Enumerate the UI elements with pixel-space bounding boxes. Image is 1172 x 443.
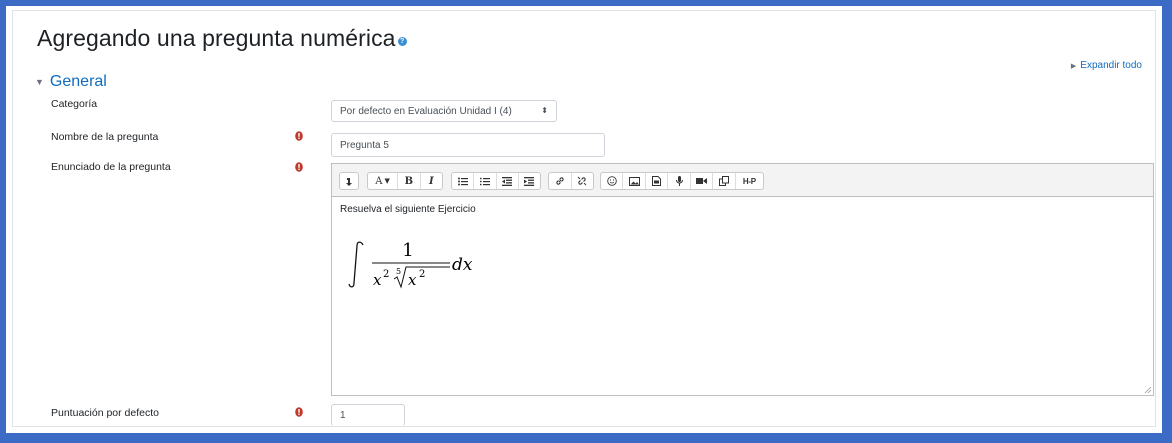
category-select[interactable]: Por defecto en Evaluación Unidad I (4) ⬍ [331, 100, 557, 122]
chevron-down-icon[interactable]: ▼ [35, 77, 44, 87]
default-score-input[interactable]: 1 [331, 404, 405, 426]
toolbar-group-lists [451, 172, 541, 190]
default-score-label: Puntuación por defecto [51, 407, 159, 419]
section-title: General [49, 73, 107, 90]
toolbar-group-media: H-P [600, 172, 764, 190]
base-x: x [373, 271, 382, 289]
font-style-icon[interactable]: A ▼ [368, 173, 399, 189]
form-panel: Agregando una pregunta numérica ? ▶ Expa… [12, 10, 1156, 427]
h5p-label: H-P [742, 176, 756, 186]
ordered-list-icon[interactable] [474, 173, 497, 189]
media-icon[interactable] [646, 173, 669, 189]
bold-icon[interactable]: B [398, 173, 421, 189]
question-name-label: Nombre de la pregunta [51, 131, 159, 143]
editor-toolbar: A ▼ B I H-P [332, 164, 1153, 197]
toolbar-group-links [548, 172, 594, 190]
question-text-content: Resuelva el siguiente Ejercicio [340, 204, 476, 215]
page-title: Agregando una pregunta numérica [37, 25, 396, 51]
unordered-list-icon[interactable] [452, 173, 475, 189]
required-icon [295, 161, 303, 172]
radicand-x: x [408, 271, 417, 289]
form-frame: Agregando una pregunta numérica ? ▶ Expa… [6, 6, 1162, 433]
question-text-editor[interactable]: A ▼ B I H-P Resuelva el siguiente Ejerci… [331, 163, 1154, 396]
triangle-right-icon: ▶ [1070, 62, 1077, 70]
emoticon-icon[interactable] [601, 173, 624, 189]
font-style-label: A [375, 175, 383, 187]
category-select-value: Por defecto en Evaluación Unidad I (4) [340, 105, 512, 117]
default-score-value: 1 [340, 410, 346, 421]
collapse-icon[interactable] [340, 173, 358, 189]
title-row: Agregando una pregunta numérica ? [37, 25, 407, 52]
select-caret-icon: ⬍ [541, 106, 548, 115]
section-general-header[interactable]: ▼ General [35, 73, 107, 91]
numerator: 1 [402, 240, 413, 261]
expand-all-label: Expandir todo [1080, 60, 1142, 71]
resize-handle-icon[interactable] [1144, 386, 1152, 394]
manage-files-icon[interactable] [713, 173, 736, 189]
italic-icon[interactable]: I [421, 173, 442, 189]
toolbar-group-style: A ▼ B I [367, 172, 443, 190]
question-text-label: Enunciado de la pregunta [51, 161, 171, 173]
integral-sign [348, 241, 364, 288]
editor-content-area[interactable]: Resuelva el siguiente Ejercicio 1 x 2 5 … [332, 197, 1153, 395]
integral-formula: 1 x 2 5 x 2 dx [348, 240, 473, 289]
required-icon [295, 406, 303, 417]
question-name-input[interactable]: Pregunta 5 [331, 133, 605, 157]
root-index: 5 [396, 267, 401, 276]
required-icon [295, 130, 303, 141]
category-label: Categoría [51, 98, 98, 110]
h5p-icon[interactable]: H-P [736, 173, 763, 189]
question-name-value: Pregunta 5 [340, 139, 389, 151]
expand-all-link[interactable]: ▶ Expandir todo [1071, 60, 1142, 71]
help-icon[interactable]: ? [397, 37, 407, 46]
exponent: 2 [383, 269, 389, 280]
record-audio-icon[interactable] [668, 173, 691, 189]
link-icon[interactable] [549, 173, 572, 189]
unlink-icon[interactable] [572, 173, 594, 189]
record-video-icon[interactable] [691, 173, 714, 189]
toolbar-group-collapse [339, 172, 359, 190]
image-icon[interactable] [623, 173, 646, 189]
outdent-icon[interactable] [497, 173, 519, 189]
differential: dx [452, 255, 473, 275]
indent-icon[interactable] [519, 173, 540, 189]
radicand-exponent: 2 [419, 269, 425, 280]
